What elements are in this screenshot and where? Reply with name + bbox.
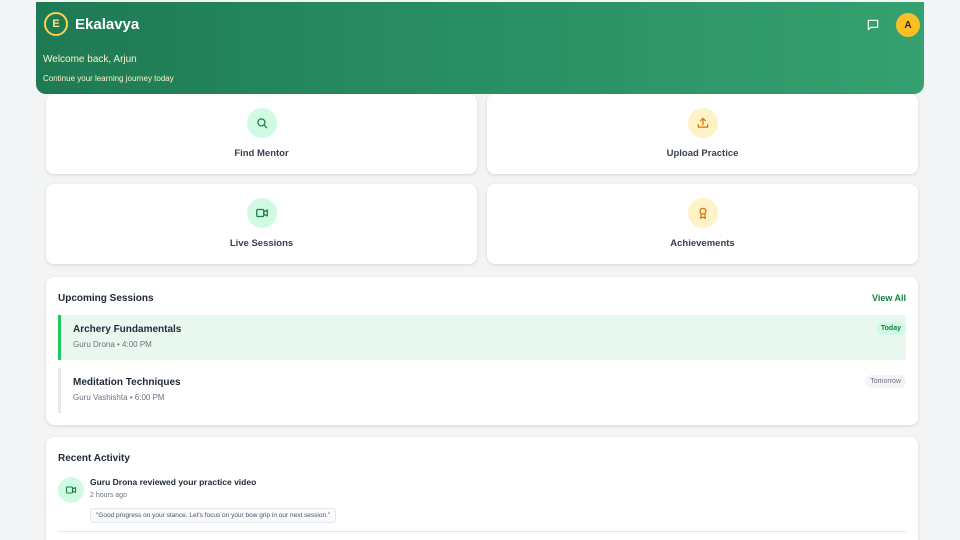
session-item[interactable]: Meditation Techniques Guru Vashishta • 6…: [58, 368, 906, 413]
live-sessions-label: Live Sessions: [229, 238, 294, 249]
view-all-link[interactable]: View All: [872, 293, 906, 303]
activity-time: 2 hours ago: [90, 492, 127, 499]
live-sessions-card[interactable]: Live Sessions: [46, 184, 477, 264]
activity-quote: "Good progress on your stance. Let's foc…: [90, 508, 337, 523]
logo[interactable]: E Ekalavya: [44, 12, 139, 36]
upcoming-sessions-panel: Upcoming Sessions View All Archery Funda…: [46, 277, 918, 425]
upload-practice-label: Upload Practice: [666, 148, 739, 159]
upload-practice-card[interactable]: Upload Practice: [487, 94, 918, 174]
session-meta: Guru Drona • 4:00 PM: [73, 340, 152, 349]
upcoming-sessions-title: Upcoming Sessions: [58, 293, 154, 304]
avatar[interactable]: A: [896, 13, 920, 37]
activity-title: Guru Drona reviewed your practice video: [90, 477, 257, 487]
welcome-subtitle: Continue your learning journey today: [43, 74, 174, 83]
video-icon: [58, 477, 84, 503]
message-icon[interactable]: [866, 18, 880, 32]
app-root: E Ekalavya A Welcome back, Arjun Continu…: [0, 0, 960, 540]
app-name: Ekalavya: [75, 15, 140, 33]
achievements-card[interactable]: Achievements: [487, 184, 918, 264]
session-item[interactable]: Archery Fundamentals Guru Drona • 4:00 P…: [58, 315, 906, 360]
header: E Ekalavya A Welcome back, Arjun Continu…: [36, 2, 924, 94]
session-meta: Guru Vashishta • 6:00 PM: [73, 393, 165, 402]
find-mentor-card[interactable]: Find Mentor: [46, 94, 477, 174]
award-icon: [687, 198, 718, 228]
session-badge: Today: [875, 322, 906, 335]
video-icon: [246, 198, 277, 228]
welcome-text: Welcome back, Arjun: [43, 54, 137, 65]
session-title: Meditation Techniques: [73, 377, 181, 388]
upload-icon: [687, 108, 718, 138]
search-icon: [246, 108, 277, 138]
session-badge: Tomorrow: [865, 375, 906, 388]
logo-mark: E: [44, 12, 68, 36]
recent-activity-panel: Recent Activity Guru Drona reviewed your…: [46, 437, 918, 540]
divider: [58, 531, 906, 532]
find-mentor-label: Find Mentor: [234, 148, 289, 159]
achievements-label: Achievements: [670, 238, 735, 249]
recent-activity-title: Recent Activity: [58, 453, 130, 464]
session-title: Archery Fundamentals: [73, 324, 182, 335]
header-actions: A: [866, 13, 920, 37]
